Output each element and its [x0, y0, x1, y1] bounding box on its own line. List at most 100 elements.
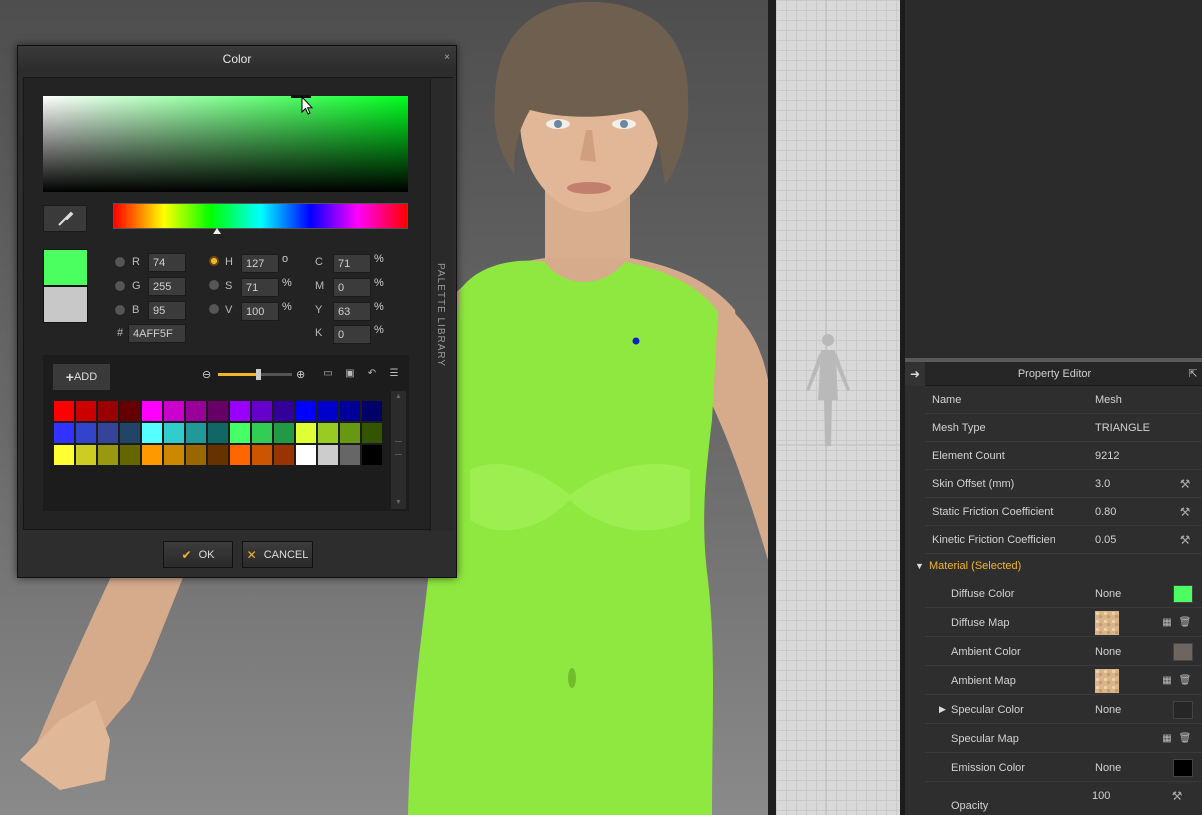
palette-swatch[interactable] [97, 400, 119, 422]
palette-swatch[interactable] [141, 400, 163, 422]
palette-scrollbar[interactable]: ▲ ▼ [391, 391, 406, 509]
diffuse-color-swatch[interactable] [1173, 585, 1193, 603]
add-palette-button[interactable]: + ADD [53, 364, 110, 390]
palette-swatch[interactable] [163, 400, 185, 422]
palette-swatch[interactable] [53, 422, 75, 444]
palette-swatch[interactable] [53, 400, 75, 422]
property-value[interactable]: 0.80 [1095, 506, 1116, 518]
input-v[interactable]: 100 [241, 302, 279, 321]
property-row-mesh-type[interactable]: Mesh Type TRIANGLE [925, 414, 1202, 442]
palette-swatch[interactable] [119, 444, 141, 466]
cancel-button[interactable]: ✕ CANCEL [242, 541, 313, 568]
input-r[interactable]: 74 [148, 253, 186, 272]
palette-swatch[interactable] [339, 422, 361, 444]
wrench-icon[interactable]: ⚒ [1178, 477, 1192, 491]
palette-swatch[interactable] [75, 422, 97, 444]
palette-swatch[interactable] [119, 422, 141, 444]
color-dialog-titlebar[interactable]: Color × [18, 46, 456, 72]
property-row-specular-map[interactable]: Specular Map ▦ 🗑 [925, 725, 1202, 753]
palette-zoom-slider[interactable] [218, 368, 292, 380]
palette-swatch[interactable] [75, 444, 97, 466]
property-row-kinetic-friction[interactable]: Kinetic Friction Coefficient 0.05 ⚒ [925, 526, 1202, 554]
palette-swatch[interactable] [185, 400, 207, 422]
palette-swatch[interactable] [207, 422, 229, 444]
property-row-skin-offset[interactable]: Skin Offset (mm) 3.0 ⚒ [925, 470, 1202, 498]
hue-slider[interactable] [113, 203, 408, 229]
property-row-static-friction[interactable]: Static Friction Coefficient 0.80 ⚒ [925, 498, 1202, 526]
property-row-opacity[interactable]: Opacity 100 ⚒ [925, 783, 1202, 815]
folder-open-icon[interactable]: ▭ [322, 368, 334, 380]
grid-icon[interactable]: ▦ [1160, 616, 1174, 630]
input-m[interactable]: 0 [333, 278, 371, 297]
scroll-down-icon[interactable]: ▼ [391, 497, 406, 509]
input-y[interactable]: 63 [333, 302, 371, 321]
palette-swatch[interactable] [163, 444, 185, 466]
wrench-icon[interactable]: ⚒ [1170, 789, 1184, 803]
save-icon[interactable]: ▣ [344, 368, 356, 380]
palette-swatch[interactable] [251, 444, 273, 466]
palette-swatch[interactable] [207, 400, 229, 422]
input-b[interactable]: 95 [148, 301, 186, 320]
property-row-specular-color[interactable]: ▶ Specular Color None [925, 696, 1202, 724]
property-row-diffuse-color[interactable]: Diffuse Color None [925, 580, 1202, 608]
radio-h[interactable] [208, 255, 220, 267]
palette-swatch[interactable] [339, 444, 361, 466]
popout-icon[interactable]: ⇱ [1184, 367, 1202, 380]
arrow-right-icon[interactable]: ➜ [905, 361, 925, 386]
palette-swatch[interactable] [53, 444, 75, 466]
palette-swatch[interactable] [75, 400, 97, 422]
input-h[interactable]: 127 [241, 254, 279, 273]
2d-pattern-window[interactable] [776, 0, 900, 815]
palette-swatch[interactable] [97, 444, 119, 466]
grid-icon[interactable]: ▦ [1160, 674, 1174, 688]
scroll-thumb[interactable] [395, 441, 402, 455]
palette-swatch[interactable] [273, 422, 295, 444]
palette-swatch[interactable] [229, 444, 251, 466]
property-row-name[interactable]: Name Mesh [925, 386, 1202, 414]
wrench-icon[interactable]: ⚒ [1178, 533, 1192, 547]
property-row-diffuse-map[interactable]: Diffuse Map ▦ 🗑 [925, 609, 1202, 637]
radio-v[interactable] [208, 303, 220, 315]
close-icon[interactable]: × [444, 52, 450, 63]
input-g[interactable]: 255 [148, 277, 186, 296]
property-value[interactable]: 3.0 [1095, 478, 1110, 490]
property-value[interactable]: 100 [1092, 790, 1110, 802]
palette-swatch[interactable] [317, 400, 339, 422]
palette-swatch[interactable] [361, 422, 383, 444]
hue-slider-marker[interactable] [213, 228, 221, 234]
palette-swatch[interactable] [163, 422, 185, 444]
emission-color-swatch[interactable] [1173, 759, 1193, 777]
property-value[interactable]: TRIANGLE [1095, 422, 1150, 434]
input-hex[interactable]: 4AFF5F [128, 324, 186, 343]
palette-swatch[interactable] [251, 422, 273, 444]
trash-icon[interactable]: 🗑 [1178, 616, 1192, 630]
scroll-up-icon[interactable]: ▲ [391, 391, 406, 403]
list-icon[interactable]: ☰ [388, 368, 400, 380]
palette-swatch[interactable] [141, 444, 163, 466]
palette-swatch[interactable] [229, 400, 251, 422]
zoom-slider-thumb[interactable] [256, 368, 261, 380]
wrench-icon[interactable]: ⚒ [1178, 505, 1192, 519]
ambient-color-swatch[interactable] [1173, 643, 1193, 661]
palette-swatch[interactable] [97, 422, 119, 444]
property-row-ambient-map[interactable]: Ambient Map ▦ 🗑 [925, 667, 1202, 695]
trash-icon[interactable]: 🗑 [1178, 674, 1192, 688]
radio-r[interactable] [114, 256, 126, 268]
input-k[interactable]: 0 [333, 325, 371, 344]
palette-swatch[interactable] [295, 422, 317, 444]
palette-swatch[interactable] [251, 400, 273, 422]
ok-button[interactable]: ✔ OK [163, 541, 233, 568]
saturation-value-picker[interactable] [43, 95, 408, 192]
property-value[interactable]: 0.05 [1095, 534, 1116, 546]
palette-swatch[interactable] [339, 400, 361, 422]
palette-swatch[interactable] [273, 400, 295, 422]
expand-triangle-icon[interactable]: ▶ [939, 704, 946, 715]
palette-swatch[interactable] [185, 422, 207, 444]
property-row-emission-color[interactable]: Emission Color None [925, 754, 1202, 782]
specular-color-swatch[interactable] [1173, 701, 1193, 719]
palette-swatch[interactable] [273, 444, 295, 466]
palette-swatch[interactable] [295, 444, 317, 466]
palette-swatch[interactable] [141, 422, 163, 444]
diffuse-map-thumbnail[interactable] [1095, 611, 1119, 635]
palette-swatch[interactable] [207, 444, 229, 466]
